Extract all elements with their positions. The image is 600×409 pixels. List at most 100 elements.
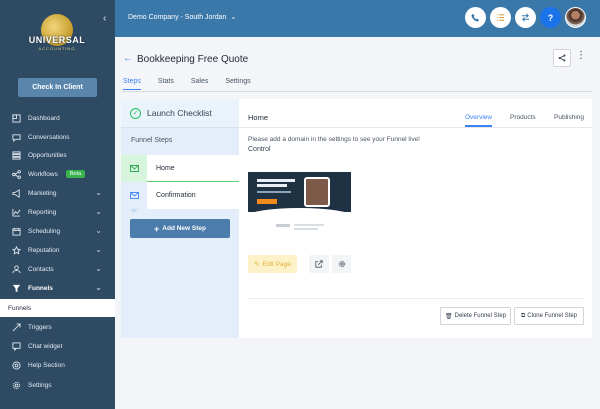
logo: UNIVERSAL ACCOUNTING xyxy=(27,14,87,54)
page-title: Bookkeeping Free Quote xyxy=(137,54,249,65)
collapse-sidebar-icon[interactable]: ‹ xyxy=(103,13,106,24)
copy-icon: ⧉ xyxy=(521,312,526,319)
phone-button[interactable] xyxy=(465,7,486,28)
chevron-down-icon: ⌄ xyxy=(95,226,102,235)
sidebar-item-label: Workflows xyxy=(28,170,58,178)
step-label: Confirmation xyxy=(156,192,196,199)
share-button[interactable] xyxy=(553,49,571,67)
page-preview-thumbnail[interactable] xyxy=(248,172,351,234)
avatar[interactable] xyxy=(565,7,586,28)
sidebar-item-dashboard[interactable]: Dashboard xyxy=(0,109,115,127)
open-external-button[interactable] xyxy=(309,255,329,273)
launch-checklist[interactable]: ✓ Launch Checklist xyxy=(121,99,239,128)
preview-footer xyxy=(294,228,318,230)
sidebar: UNIVERSAL ACCOUNTING ‹ Check In Client D… xyxy=(0,0,115,409)
tab-divider xyxy=(121,91,592,92)
edit-page-button[interactable]: ✎ Edit Page xyxy=(248,255,297,273)
swap-button[interactable] xyxy=(515,7,536,28)
sidebar-item-label: Scheduling xyxy=(28,227,61,235)
funnel-step-confirmation[interactable]: Confirmation xyxy=(121,182,239,209)
help-icon xyxy=(11,360,21,370)
edit-icon: ✎ xyxy=(254,261,260,268)
calendar-icon xyxy=(11,226,21,236)
chat-widget-icon xyxy=(11,341,21,351)
sidebar-item-marketing[interactable]: Marketing ⌄ xyxy=(0,184,115,202)
sidebar-item-opportunities[interactable]: Opportunities xyxy=(0,146,115,164)
workflow-icon xyxy=(11,169,21,179)
back-arrow-icon[interactable]: ← xyxy=(123,53,133,64)
sidebar-item-label: Funnels xyxy=(28,284,53,292)
sidebar-item-triggers[interactable]: Triggers xyxy=(0,318,115,336)
phone-icon xyxy=(471,13,480,22)
chevron-down-icon: ⌄ xyxy=(95,283,102,292)
trash-icon: 🗑 xyxy=(445,313,453,320)
preview-headline xyxy=(257,184,287,187)
star-icon xyxy=(11,245,21,255)
help-button[interactable]: ? xyxy=(540,7,561,28)
sidebar-item-scheduling[interactable]: Scheduling ⌄ xyxy=(0,222,115,240)
funnel-step-home[interactable]: Home xyxy=(121,154,239,182)
sidebar-item-label: Funnels xyxy=(8,304,32,312)
step-label: Home xyxy=(156,164,175,172)
tab-stats[interactable]: Stats xyxy=(158,78,174,90)
sidebar-item-reputation[interactable]: Reputation ⌄ xyxy=(0,241,115,259)
sidebar-item-label: Marketing xyxy=(28,189,57,197)
delete-funnel-step-button[interactable]: 🗑 Delete Funnel Step xyxy=(440,307,511,325)
funnel-list-icon xyxy=(11,150,21,160)
tab-sales[interactable]: Sales xyxy=(191,78,209,90)
check-circle-icon: ✓ xyxy=(130,107,141,119)
external-link-icon xyxy=(315,260,323,268)
sidebar-subitem-funnels[interactable]: Funnels xyxy=(0,299,115,317)
add-new-step-label: Add New Step xyxy=(162,225,206,232)
more-options-icon[interactable]: ⋮ xyxy=(576,50,586,61)
clone-funnel-step-button[interactable]: ⧉ Clone Funnel Step xyxy=(514,307,584,325)
gear-icon xyxy=(338,260,345,268)
sidebar-item-label: Opportunities xyxy=(28,151,67,159)
tab-overview[interactable]: Overview xyxy=(465,114,492,121)
sidebar-item-chat-widget[interactable]: Chat widget xyxy=(0,337,115,355)
preview-footer xyxy=(294,224,324,226)
gear-icon xyxy=(11,380,21,390)
divider xyxy=(248,298,584,299)
clone-funnel-step-label: Clone Funnel Step xyxy=(527,313,577,319)
dashboard-icon xyxy=(11,113,21,123)
sidebar-item-workflows[interactable]: Workflows Beta xyxy=(0,165,115,183)
company-name: Demo Company - South Jordan xyxy=(128,13,227,21)
domain-notice: Please add a domain in the settings to s… xyxy=(248,136,420,143)
step-settings-button[interactable] xyxy=(332,255,351,273)
preview-footer xyxy=(276,224,290,227)
user-icon xyxy=(11,264,21,274)
sidebar-item-conversations[interactable]: Conversations xyxy=(0,128,115,146)
top-bar: Demo Company - South Jordan ⌄ ? xyxy=(115,0,600,37)
check-in-client-button[interactable]: Check In Client xyxy=(18,78,97,97)
chevron-down-icon: ⌄ xyxy=(95,207,102,216)
preview-cta xyxy=(257,199,277,204)
sidebar-item-reporting[interactable]: Reporting ⌄ xyxy=(0,203,115,221)
share-icon xyxy=(558,54,566,62)
chevron-down-icon: ⌄ xyxy=(95,245,102,254)
tab-divider xyxy=(239,127,592,128)
sidebar-item-label: Help Section xyxy=(28,361,65,369)
megaphone-icon xyxy=(11,188,21,198)
sidebar-item-contacts[interactable]: Contacts ⌄ xyxy=(0,260,115,278)
add-new-step-button[interactable]: + Add New Step xyxy=(130,219,230,238)
list-icon xyxy=(496,14,505,21)
sidebar-item-label: Contacts xyxy=(28,265,54,273)
chart-icon xyxy=(11,207,21,217)
preview-photo xyxy=(304,177,330,207)
tab-steps[interactable]: Steps xyxy=(123,78,141,90)
company-switcher[interactable]: Demo Company - South Jordan ⌄ xyxy=(128,13,236,22)
sidebar-item-label: Settings xyxy=(28,381,52,389)
trigger-icon xyxy=(11,322,21,332)
sidebar-item-settings[interactable]: Settings xyxy=(0,376,115,394)
tab-products[interactable]: Products xyxy=(510,114,536,121)
sidebar-item-label: Triggers xyxy=(28,323,52,331)
sidebar-item-help-section[interactable]: Help Section xyxy=(0,356,115,374)
step-name: Home xyxy=(248,113,269,122)
tab-publishing[interactable]: Publishing xyxy=(554,114,584,121)
launch-checklist-label: Launch Checklist xyxy=(147,108,212,118)
tab-settings[interactable]: Settings xyxy=(225,78,250,90)
list-button[interactable] xyxy=(490,7,511,28)
edit-page-label: Edit Page xyxy=(262,260,291,268)
sidebar-item-funnels[interactable]: Funnels ⌄ xyxy=(0,279,115,297)
